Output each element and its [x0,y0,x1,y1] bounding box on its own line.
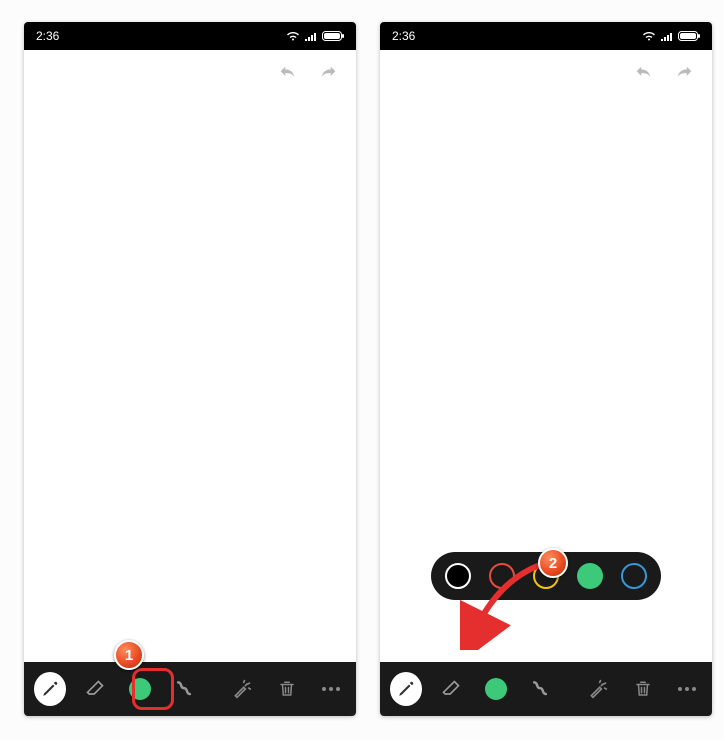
color-tool-button[interactable] [124,673,154,705]
squiggle-icon [530,679,550,699]
pencil-tool-button[interactable] [390,672,422,706]
color-swatch-red[interactable] [489,563,515,589]
clock-text: 2:36 [36,29,59,43]
shape-tool-button[interactable] [169,673,199,705]
undo-button[interactable] [628,58,660,90]
color-tool-button[interactable] [480,673,510,705]
trash-icon [278,679,296,699]
app-header [380,50,712,98]
more-icon [677,686,697,692]
eraser-tool-button[interactable] [436,673,466,705]
status-icons [642,31,700,41]
status-icons [286,31,344,41]
shape-tool-button[interactable] [525,673,555,705]
undo-icon [633,63,655,85]
pencil-tool-button[interactable] [34,672,66,706]
color-swatch-blue[interactable] [621,563,647,589]
eraser-icon [441,679,461,699]
eraser-tool-button[interactable] [80,673,110,705]
wand-icon [232,679,252,699]
redo-button[interactable] [312,58,344,90]
effects-button[interactable] [583,673,613,705]
effects-button[interactable] [227,673,257,705]
drawing-canvas[interactable] [380,98,712,662]
color-preview-dot [129,678,151,700]
status-bar: 2:36 [24,22,356,50]
signal-icon [304,31,318,41]
delete-button[interactable] [271,673,301,705]
signal-icon [660,31,674,41]
clock-text: 2:36 [392,29,415,43]
pencil-icon [41,680,59,698]
more-icon [321,686,341,692]
stage: 2:36 [0,0,724,740]
battery-icon [322,31,344,41]
battery-icon [678,31,700,41]
color-swatch-green[interactable] [577,563,603,589]
delete-button[interactable] [627,673,657,705]
wifi-icon [286,31,300,41]
status-bar: 2:36 [380,22,712,50]
color-palette-popup [431,552,661,600]
drawing-canvas[interactable] [24,98,356,662]
color-swatch-black[interactable] [445,563,471,589]
wand-icon [588,679,608,699]
more-button[interactable] [316,673,346,705]
undo-icon [277,63,299,85]
bottom-toolbar [24,662,356,716]
trash-icon [634,679,652,699]
redo-icon [317,63,339,85]
color-preview-dot [485,678,507,700]
phone-screenshot-1: 2:36 [24,22,356,716]
phone-screenshot-2: 2:36 [380,22,712,716]
undo-button[interactable] [272,58,304,90]
eraser-icon [85,679,105,699]
color-swatch-yellow[interactable] [533,563,559,589]
redo-icon [673,63,695,85]
redo-button[interactable] [668,58,700,90]
more-button[interactable] [672,673,702,705]
pencil-icon [397,680,415,698]
wifi-icon [642,31,656,41]
bottom-toolbar [380,662,712,716]
squiggle-icon [174,679,194,699]
app-header [24,50,356,98]
